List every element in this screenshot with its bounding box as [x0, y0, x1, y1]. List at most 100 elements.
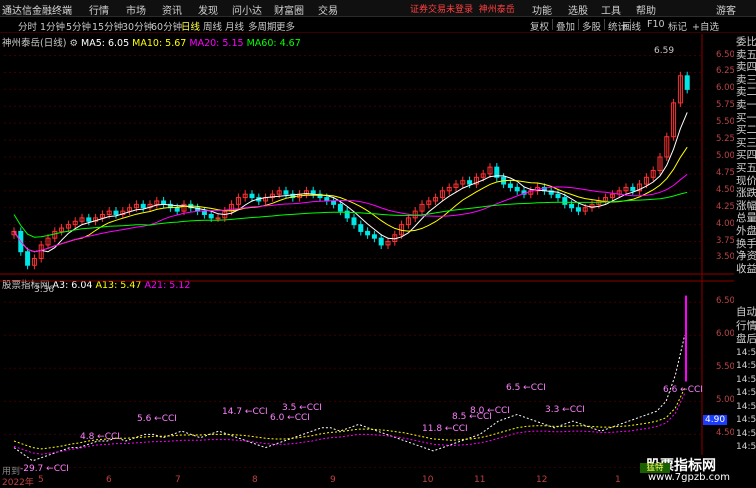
- menu-help[interactable]: 帮助: [636, 2, 656, 17]
- menu-ask[interactable]: 问小达: [232, 2, 262, 17]
- price-tick: 5.75: [716, 100, 735, 111]
- trade-warning[interactable]: 证券交易未登录 神州泰岳: [410, 2, 515, 15]
- candle: [351, 217, 357, 226]
- side-panel-lower-item[interactable]: 盘后: [736, 333, 756, 346]
- side-panel-lower-item[interactable]: 14:50: [736, 428, 756, 441]
- tab-more[interactable]: 更多: [276, 19, 295, 33]
- quote-side-panel: 委比 卖五 卖四 卖三 卖二 卖一 买一 买二 买三 买四 买五 现价 涨跌 涨幅 总量 外盘 换手 净资 收益自动…: [734, 34, 756, 487]
- top-stock-name: 神州泰岳: [478, 5, 515, 15]
- cci-label: 6.0 ←CCI: [270, 413, 310, 423]
- tab-5min[interactable]: 5分钟: [66, 19, 91, 33]
- side-panel-item[interactable]: 净资: [736, 250, 756, 263]
- side-panel-lower-item[interactable]: 14:50: [736, 401, 756, 414]
- candle: [86, 217, 92, 222]
- side-panel-lower-item[interactable]: 14:50: [736, 414, 756, 427]
- date-tick: 10: [422, 475, 434, 485]
- candle: [174, 207, 180, 212]
- menu-quotes[interactable]: 行情: [89, 2, 109, 17]
- menu-discover[interactable]: 发现: [198, 2, 218, 17]
- side-panel-item[interactable]: 现价: [736, 175, 756, 188]
- side-panel-lower-item[interactable]: 14:50: [736, 347, 756, 360]
- tab-multi-period[interactable]: 多周期: [248, 19, 277, 33]
- indicator-tick: 6.50: [716, 296, 735, 307]
- date-tick: 5: [38, 475, 44, 485]
- side-panel-lower-item[interactable]: 14:50: [736, 441, 756, 454]
- price-tick: 3.50: [716, 252, 735, 263]
- kline-chart[interactable]: [0, 34, 734, 487]
- candle: [337, 203, 343, 212]
- menu-function[interactable]: 功能: [532, 2, 552, 17]
- side-panel-item[interactable]: 买三: [736, 137, 756, 150]
- candle: [684, 75, 690, 90]
- candle: [331, 200, 337, 205]
- side-panel-item[interactable]: 总量: [736, 212, 756, 225]
- date-tick: 1: [615, 475, 621, 485]
- btn-mark[interactable]: 标记: [668, 19, 687, 33]
- price-tick: 6.50: [716, 49, 735, 60]
- menu-tools[interactable]: 工具: [601, 2, 621, 17]
- tab-60min[interactable]: 60分钟: [151, 19, 182, 33]
- tab-1min[interactable]: 1分钟: [40, 19, 65, 33]
- price-tick: 4.50: [716, 184, 735, 195]
- menu-news[interactable]: 资讯: [162, 2, 182, 17]
- cci-label: 8.0 ←CCI: [470, 406, 510, 416]
- side-panel-item[interactable]: 卖三: [736, 74, 756, 87]
- title-bar: 通达信金融终端 行情 市场 资讯 发现 问小达 财富圈 交易 证券交易未登录 神…: [0, 0, 756, 17]
- side-panel-lower-item[interactable]: 14:50: [736, 387, 756, 400]
- date-tick: 7: [175, 475, 181, 485]
- date-tick: 2022年: [2, 478, 34, 488]
- tab-15min[interactable]: 15分钟: [92, 19, 123, 33]
- side-panel-item[interactable]: 涨幅: [736, 200, 756, 213]
- a21-line: [13, 393, 686, 455]
- side-panel-lower-item[interactable]: 14:50: [736, 360, 756, 373]
- cci-label: -29.7 ←CCI: [20, 464, 69, 474]
- candle: [575, 207, 581, 212]
- side-panel-item[interactable]: 卖一: [736, 99, 756, 112]
- tab-30min[interactable]: 30分钟: [122, 19, 153, 33]
- btn-f10[interactable]: F10: [647, 19, 665, 30]
- price-tick: 3.75: [716, 235, 735, 246]
- menu-pick[interactable]: 选股: [568, 2, 588, 17]
- tab-monthly[interactable]: 月线: [225, 19, 244, 33]
- candle: [358, 224, 364, 232]
- side-panel-item[interactable]: 收益: [736, 263, 756, 276]
- side-panel-lower-item[interactable]: 行情: [736, 320, 756, 333]
- candle: [514, 186, 520, 192]
- side-panel-item[interactable]: 换手: [736, 238, 756, 251]
- indicator-tick: 5.50: [716, 362, 735, 373]
- app-title: 通达信金融终端: [2, 6, 72, 17]
- menu-guest[interactable]: 游客: [716, 2, 736, 17]
- candle: [113, 210, 119, 215]
- cci-label: 5.6 ←CCI: [137, 414, 177, 424]
- menu-trade[interactable]: 交易: [318, 2, 338, 17]
- side-panel-item[interactable]: 卖五: [736, 49, 756, 62]
- side-panel-item[interactable]: 买五: [736, 162, 756, 175]
- side-panel-item[interactable]: 卖四: [736, 61, 756, 74]
- cci-label: 3.5 ←CCI: [282, 403, 322, 413]
- bottom-marker: 猛特: [640, 463, 670, 473]
- btn-overlay[interactable]: 叠加: [556, 19, 575, 33]
- side-panel-item[interactable]: 委比: [736, 36, 756, 49]
- side-panel-item[interactable]: 买一: [736, 112, 756, 125]
- btn-add-watchlist[interactable]: +自选: [692, 19, 719, 33]
- menu-wealth[interactable]: 财富圈: [274, 2, 304, 17]
- side-panel-item[interactable]: 买二: [736, 124, 756, 137]
- side-panel-lower-item[interactable]: 14:50: [736, 374, 756, 387]
- side-panel-item[interactable]: 涨跌: [736, 187, 756, 200]
- side-panel-lower-item[interactable]: 自动: [736, 306, 756, 319]
- side-panel-item[interactable]: 买四: [736, 149, 756, 162]
- btn-draw[interactable]: 画线: [622, 19, 641, 33]
- side-panel-item[interactable]: 卖二: [736, 86, 756, 99]
- btn-multi-stock[interactable]: 多股: [582, 19, 601, 33]
- menu-market[interactable]: 市场: [126, 2, 146, 17]
- candle: [562, 197, 568, 205]
- candle: [283, 190, 289, 195]
- tab-timeshare[interactable]: 分时: [18, 19, 37, 33]
- side-panel-item[interactable]: 外盘: [736, 225, 756, 238]
- high-annotation: 6.59: [654, 46, 675, 56]
- candle: [555, 193, 561, 199]
- tab-weekly[interactable]: 周线: [203, 19, 222, 33]
- tab-daily[interactable]: 日线: [181, 19, 200, 33]
- btn-adjust[interactable]: 复权: [530, 19, 549, 33]
- candle: [215, 217, 221, 220]
